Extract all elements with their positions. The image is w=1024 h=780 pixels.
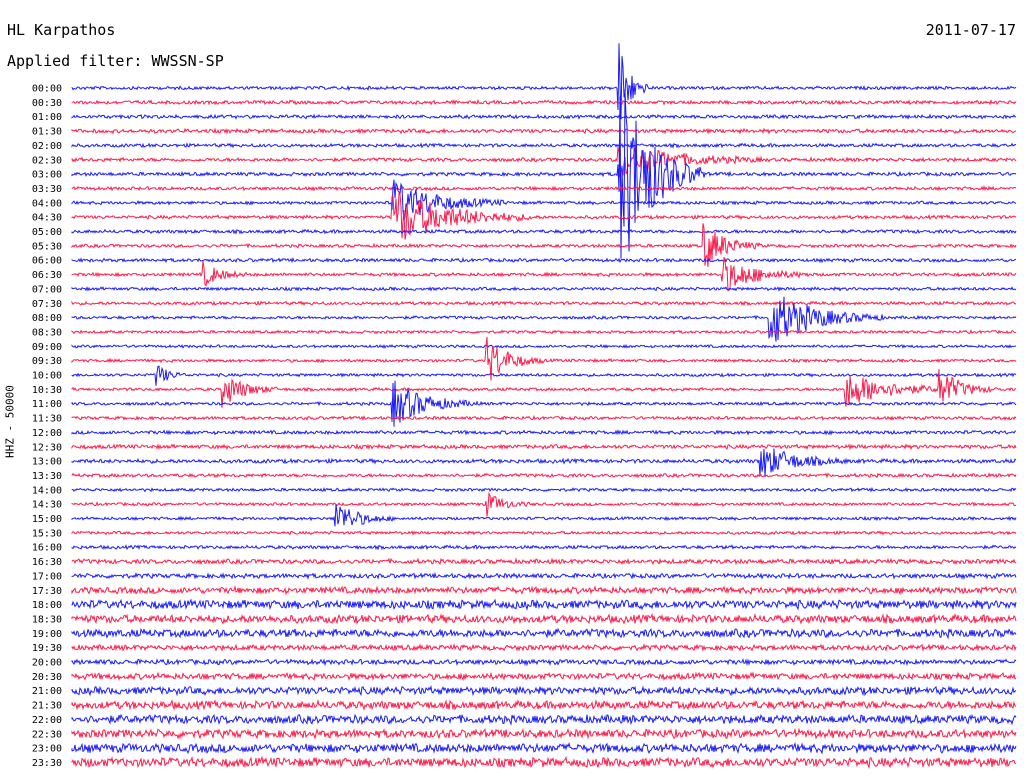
- trace-row-0330: [71, 185, 1017, 192]
- time-tick-label: 01:00: [32, 112, 62, 123]
- trace-row-2230: [71, 727, 1017, 741]
- trace-row-1630: [71, 557, 1017, 566]
- trace-row-0000: [71, 43, 1017, 120]
- trace-row-2000: [71, 658, 1017, 667]
- time-tick-label: 22:30: [32, 729, 62, 740]
- trace-row-0700: [71, 285, 1017, 292]
- time-tick-label: 20:30: [32, 672, 62, 683]
- time-tick-label: 15:00: [32, 514, 62, 525]
- trace-row-1000: [71, 365, 1017, 386]
- trace-row-1930: [71, 642, 1017, 653]
- trace-row-1330: [71, 472, 1017, 479]
- time-tick-label: 02:30: [32, 155, 62, 166]
- trace-row-0130: [71, 127, 1017, 135]
- time-tick-label: 13:30: [32, 471, 62, 482]
- time-tick-label: 23:30: [32, 758, 62, 769]
- trace-row-1830: [71, 612, 1017, 625]
- trace-row-0900: [71, 343, 1017, 349]
- time-tick-label: 18:30: [32, 614, 62, 625]
- time-tick-label: 19:30: [32, 643, 62, 654]
- time-tick-label: 21:30: [32, 701, 62, 712]
- time-tick-label: 12:00: [32, 428, 62, 439]
- trace-row-0830: [71, 329, 1017, 335]
- trace-row-1530: [71, 530, 1017, 536]
- trace-row-0600: [71, 256, 1017, 264]
- time-tick-label: 04:30: [32, 213, 62, 224]
- time-tick-label: 16:00: [32, 543, 62, 554]
- trace-row-1400: [71, 486, 1017, 493]
- time-tick-label: 19:00: [32, 629, 62, 640]
- trace-row-2130: [71, 699, 1017, 711]
- time-tick-label: 20:00: [32, 658, 62, 669]
- trace-row-0500: [71, 228, 1017, 235]
- time-tick-label: 12:30: [32, 442, 62, 453]
- time-tick-label: 18:00: [32, 600, 62, 611]
- time-tick-label: 05:30: [32, 241, 62, 252]
- trace-row-1900: [71, 627, 1017, 640]
- time-tick-label: 08:30: [32, 327, 62, 338]
- time-tick-label: 07:30: [32, 299, 62, 310]
- time-tick-label: 16:30: [32, 557, 62, 568]
- time-tick-label: 02:00: [32, 141, 62, 152]
- time-tick-label: 14:30: [32, 500, 62, 511]
- time-tick-label: 06:30: [32, 270, 62, 281]
- trace-row-0100: [71, 113, 1017, 120]
- time-tick-label: 22:00: [32, 715, 62, 726]
- time-tick-label: 15:30: [32, 528, 62, 539]
- trace-row-2330: [71, 755, 1017, 769]
- time-tick-label: 14:00: [32, 485, 62, 496]
- time-tick-label: 03:30: [32, 184, 62, 195]
- trace-row-0300: [71, 89, 1017, 259]
- trace-row-1130: [71, 414, 1017, 421]
- trace-row-0030: [71, 98, 1017, 106]
- time-tick-label: 09:00: [32, 342, 62, 353]
- time-tick-label: 00:00: [32, 84, 62, 95]
- time-tick-label: 13:00: [32, 457, 62, 468]
- time-tick-label: 03:00: [32, 170, 62, 181]
- trace-row-0730: [71, 300, 1017, 307]
- time-tick-label: 05:00: [32, 227, 62, 238]
- time-tick-label: 11:00: [32, 399, 62, 410]
- helicorder-plot: 00:00 00:30 01:00 01:30 02:00 02:30 03:00 03:30…: [32, 43, 1017, 769]
- trace-row-1730: [71, 585, 1017, 596]
- time-tick-label: 10:00: [32, 371, 62, 382]
- trace-row-2300: [71, 741, 1017, 755]
- trace-row-1430: [71, 491, 1017, 517]
- time-tick-label: 10:30: [32, 385, 62, 396]
- trace-row-2100: [71, 684, 1017, 697]
- trace-row-2200: [71, 713, 1017, 726]
- trace-row-2030: [71, 671, 1017, 682]
- trace-row-0630: [71, 256, 1017, 292]
- time-tick-label: 08:00: [32, 313, 62, 324]
- time-tick-label: 21:00: [32, 686, 62, 697]
- trace-row-1800: [71, 598, 1017, 611]
- trace-row-1230: [71, 443, 1017, 451]
- trace-row-1300: [71, 448, 1017, 477]
- time-tick-label: 01:30: [32, 127, 62, 138]
- time-tick-label: 04:00: [32, 198, 62, 209]
- time-tick-label: 17:00: [32, 571, 62, 582]
- trace-row-0400: [71, 179, 1017, 221]
- time-tick-label: 07:00: [32, 284, 62, 295]
- time-tick-label: 23:00: [32, 744, 62, 755]
- time-tick-label: 11:30: [32, 414, 62, 425]
- trace-row-1600: [71, 544, 1017, 551]
- trace-row-1200: [71, 428, 1017, 436]
- time-tick-label: 17:30: [32, 586, 62, 597]
- trace-row-0200: [71, 142, 1017, 149]
- trace-row-1700: [71, 571, 1017, 581]
- time-tick-label: 09:30: [32, 356, 62, 367]
- trace-row-1500: [71, 504, 1017, 527]
- time-tick-label: 00:30: [32, 98, 62, 109]
- time-tick-label: 06:00: [32, 256, 62, 267]
